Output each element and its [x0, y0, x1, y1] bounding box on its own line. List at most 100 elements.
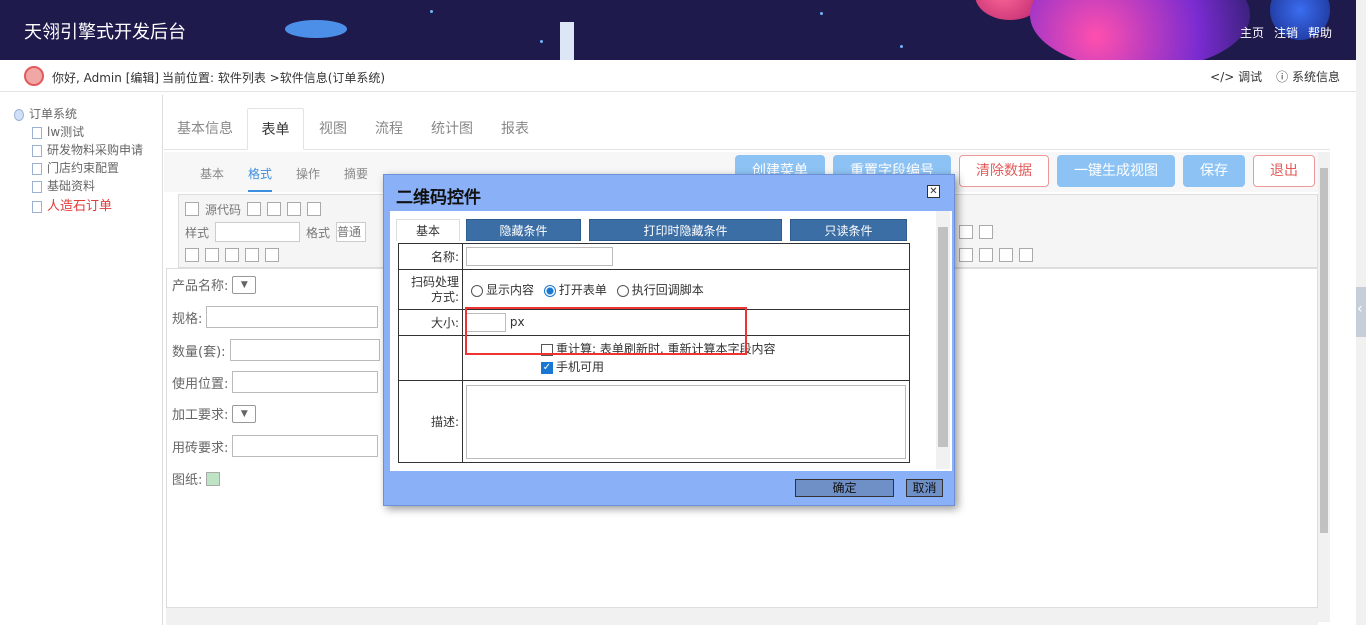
align-justify-icon[interactable]	[979, 225, 993, 239]
greeting[interactable]: 你好, Admin [编辑]	[52, 69, 159, 86]
module-tree: 订单系统 lw测试 研发物料采购申请 门店约束配置 基础资料 人造石订单	[0, 95, 163, 625]
text-color-icon[interactable]	[999, 248, 1013, 262]
location-input[interactable]	[232, 371, 379, 393]
dialog-title: 二维码控件	[396, 188, 481, 208]
size-input[interactable]	[466, 313, 506, 332]
format-select[interactable]: 普通	[336, 222, 367, 242]
size-unit: px	[509, 315, 525, 329]
blimp-illustration	[285, 20, 347, 38]
breadcrumb: 当前位置: 软件列表 >软件信息(订单系统)	[162, 71, 386, 85]
avatar	[24, 66, 44, 86]
sub-header: 你好, Admin [编辑] 当前位置: 软件列表 >软件信息(订单系统) </…	[0, 60, 1356, 92]
cancel-button[interactable]: 取消	[906, 479, 943, 497]
tree-item-order[interactable]: 人造石订单	[32, 195, 112, 214]
option-show-content[interactable]: 显示内容	[471, 283, 534, 297]
align-right-icon[interactable]	[959, 225, 973, 239]
close-icon[interactable]: ✕	[927, 185, 940, 198]
dialog-tab-hide[interactable]: 隐藏条件	[466, 219, 581, 241]
option-callback[interactable]: 执行回调脚本	[616, 283, 704, 297]
editor-hscrollbar[interactable]	[166, 608, 1318, 625]
tab-chart[interactable]: 统计图	[431, 108, 473, 150]
recalc-option[interactable]: 重计算: 表单刷新时, 重新计算本字段内容	[541, 340, 909, 358]
radio-icon[interactable]	[616, 284, 629, 297]
debug-link[interactable]: </> 调试	[1210, 68, 1262, 85]
top-nav: 主页 注销 帮助	[1240, 24, 1332, 41]
dialog-tab-print-hide[interactable]: 打印时隐藏条件	[589, 219, 782, 241]
source-button[interactable]: 源代码	[205, 201, 241, 218]
textfield-icon[interactable]	[225, 248, 239, 262]
subtab-format[interactable]: 格式	[248, 165, 273, 192]
anchor-icon[interactable]	[979, 248, 993, 262]
subtab-summary[interactable]: 摘要	[344, 165, 368, 182]
tower-illustration	[560, 22, 574, 60]
nav-home[interactable]: 主页	[1240, 24, 1264, 41]
table-icon[interactable]	[245, 248, 259, 262]
radio-selected-icon[interactable]	[543, 284, 556, 297]
image-icon[interactable]	[206, 471, 221, 486]
checkbox-icon[interactable]	[185, 248, 199, 262]
radio-icon[interactable]	[471, 284, 483, 297]
page-icon	[32, 180, 42, 193]
tree-item-purchase[interactable]: 研发物料采购申请	[32, 141, 143, 158]
tab-flow[interactable]: 流程	[375, 108, 403, 150]
tab-report[interactable]: 报表	[501, 108, 529, 150]
tree-item-lw[interactable]: lw测试	[32, 123, 84, 140]
tab-form[interactable]: 表单	[247, 108, 304, 150]
format-label: 格式	[306, 225, 331, 240]
checkbox-icon[interactable]	[541, 343, 553, 356]
checkbox-checked-icon[interactable]: ✓	[541, 361, 553, 374]
tree-item-basic[interactable]: 基础资料	[32, 177, 95, 194]
editor-scrollbar[interactable]	[1318, 152, 1330, 622]
exit-button[interactable]: 退出	[1253, 155, 1315, 187]
brick-input[interactable]	[232, 435, 379, 457]
planet-illustration	[1030, 0, 1250, 60]
sysinfo-link[interactable]: ⓘ 系统信息	[1276, 68, 1340, 85]
product-select[interactable]: ▼	[232, 275, 257, 294]
field-brick: 用砖要求:	[172, 435, 379, 457]
star	[820, 12, 823, 15]
star	[430, 10, 433, 13]
clear-data-button[interactable]: 清除数据	[959, 155, 1049, 187]
option-open-form[interactable]: 打开表单	[543, 283, 607, 297]
calendar-icon[interactable]	[265, 248, 279, 262]
qrcode-dialog: 二维码控件 ✕ 基本 隐藏条件 打印时隐藏条件 只读条件 名称: 扫码处理 方式:…	[383, 174, 955, 506]
field-location: 使用位置:	[172, 371, 379, 393]
special-char-icon[interactable]	[959, 248, 973, 262]
collapse-tab[interactable]: ‹	[1356, 287, 1366, 337]
dialog-tab-basic[interactable]: 基本	[396, 219, 460, 241]
tab-basic-info[interactable]: 基本信息	[177, 108, 233, 150]
tree-root[interactable]: 订单系统	[14, 105, 77, 122]
qty-input[interactable]	[229, 339, 380, 361]
dialog-tab-readonly[interactable]: 只读条件	[790, 219, 907, 241]
tree-item-store[interactable]: 门店约束配置	[32, 159, 119, 176]
page-icon	[32, 200, 42, 213]
copy-icon[interactable]	[247, 202, 262, 216]
preview-icon[interactable]	[267, 202, 282, 216]
bg-color-icon[interactable]	[1019, 248, 1033, 262]
style-select[interactable]	[215, 222, 301, 242]
name-input[interactable]	[466, 247, 613, 266]
code-icon: </>	[1210, 70, 1235, 84]
process-select[interactable]: ▼	[232, 404, 257, 423]
paste-icon[interactable]	[287, 202, 302, 216]
size-label: 大小:	[398, 309, 463, 336]
mobile-option[interactable]: ✓ 手机可用	[541, 358, 909, 376]
dialog-scrollbar[interactable]	[936, 211, 950, 469]
desc-textarea[interactable]	[466, 384, 906, 459]
database-icon	[14, 108, 24, 121]
radio-icon[interactable]	[205, 248, 219, 262]
gen-view-button[interactable]: 一键生成视图	[1057, 155, 1175, 187]
save-button[interactable]: 保存	[1183, 155, 1245, 187]
cut-icon[interactable]	[307, 202, 322, 216]
subtab-operation[interactable]: 操作	[296, 165, 320, 182]
source-icon[interactable]	[185, 202, 199, 216]
nav-logout[interactable]: 注销	[1274, 24, 1298, 41]
desc-label: 描述:	[398, 380, 463, 463]
spec-input[interactable]	[206, 306, 379, 328]
nav-help[interactable]: 帮助	[1308, 24, 1332, 41]
subtab-basic[interactable]: 基本	[200, 165, 224, 182]
props-table: 名称: 扫码处理 方式: 显示内容 打开表单 执行回调脚本 大小: px 重计算:…	[398, 243, 910, 463]
tab-view[interactable]: 视图	[319, 108, 347, 150]
page-icon	[32, 162, 42, 175]
ok-button[interactable]: 确定	[795, 479, 894, 497]
